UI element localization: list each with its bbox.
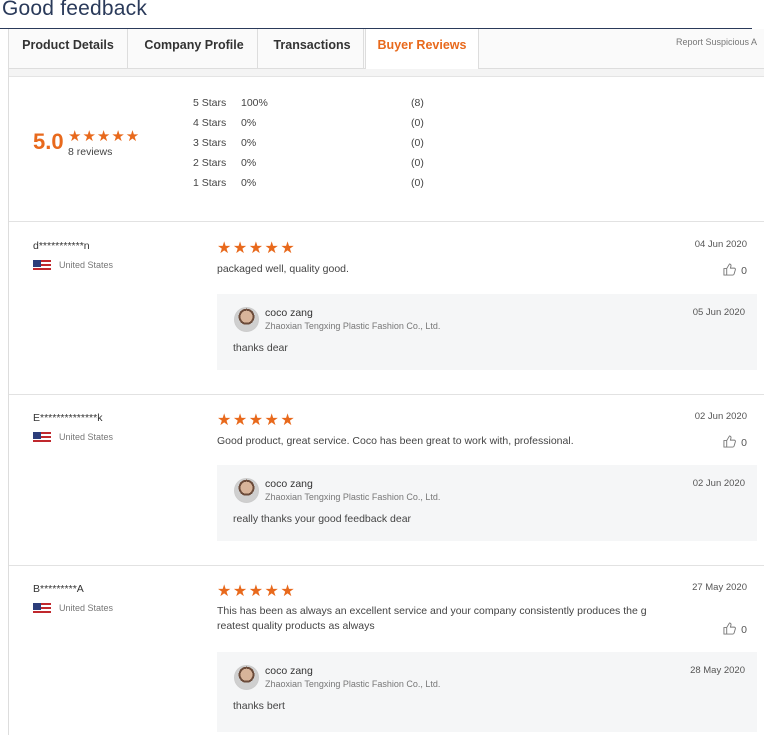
us-flag-icon bbox=[33, 603, 51, 615]
tab-divider bbox=[127, 29, 128, 69]
review-text: packaged well, quality good. bbox=[217, 263, 349, 275]
reply-text: thanks dear bbox=[233, 342, 288, 354]
tab-company-profile[interactable]: Company Profile bbox=[131, 29, 257, 69]
seller-company: Zhaoxian Tengxing Plastic Fashion Co., L… bbox=[265, 679, 441, 689]
reply-date: 02 Jun 2020 bbox=[692, 478, 745, 489]
average-score: 5.0 bbox=[33, 129, 64, 154]
rating-row-1[interactable]: 1 Stars 0% (0) bbox=[193, 177, 453, 191]
tab-underline-band bbox=[9, 69, 764, 77]
seller-name: coco zang bbox=[265, 478, 313, 490]
review-item: B*********A United States ★★★★★ 27 May 2… bbox=[9, 566, 764, 735]
like-count: 0 bbox=[741, 624, 747, 636]
review-date: 02 Jun 2020 bbox=[694, 411, 747, 422]
rating-count: (0) bbox=[411, 117, 424, 129]
review-text: Good product, great service. Coco has be… bbox=[217, 435, 574, 447]
tab-buyer-reviews[interactable]: Buyer Reviews bbox=[365, 29, 479, 70]
avatar bbox=[234, 478, 259, 503]
rating-percent: 0% bbox=[241, 177, 257, 189]
rating-percent: 0% bbox=[241, 117, 257, 129]
rating-summary: 5.0 ★★★★★ 8 reviews 5 Stars 100% (8) 4 S… bbox=[9, 78, 764, 222]
review-count: 8 reviews bbox=[68, 146, 113, 158]
average-stars-icon: ★★★★★ bbox=[68, 128, 141, 145]
rating-row-4[interactable]: 4 Stars 0% (0) bbox=[193, 117, 453, 131]
seller-reply: coco zang Zhaoxian Tengxing Plastic Fash… bbox=[217, 294, 757, 370]
rating-label: 1 Stars bbox=[193, 177, 227, 189]
rating-count: (0) bbox=[411, 177, 424, 189]
reviewer-country: United States bbox=[59, 260, 114, 270]
review-stars-icon: ★★★★★ bbox=[217, 240, 297, 257]
thumbs-up-icon bbox=[723, 622, 737, 635]
rating-label: 3 Stars bbox=[193, 137, 227, 149]
rating-percent: 0% bbox=[241, 157, 257, 169]
thumbs-up-icon bbox=[723, 435, 737, 448]
us-flag-icon bbox=[33, 432, 51, 444]
reviewer-name: B*********A bbox=[33, 583, 84, 595]
seller-reply: coco zang Zhaoxian Tengxing Plastic Fash… bbox=[217, 465, 757, 541]
rating-row-3[interactable]: 3 Stars 0% (0) bbox=[193, 137, 453, 151]
tab-product-details[interactable]: Product Details bbox=[9, 29, 127, 69]
reply-text: really thanks your good feedback dear bbox=[233, 513, 412, 525]
like-count: 0 bbox=[741, 265, 747, 277]
rating-row-2[interactable]: 2 Stars 0% (0) bbox=[193, 157, 453, 171]
like-button[interactable]: 0 bbox=[723, 263, 747, 277]
rating-label: 4 Stars bbox=[193, 117, 227, 129]
like-button[interactable]: 0 bbox=[723, 435, 747, 449]
review-item: E**************k United States ★★★★★ 02 … bbox=[9, 395, 764, 566]
review-item: d***********n United States ★★★★★ 04 Jun… bbox=[9, 223, 764, 395]
seller-name: coco zang bbox=[265, 307, 313, 319]
seller-name: coco zang bbox=[265, 665, 313, 677]
rating-percent: 0% bbox=[241, 137, 257, 149]
reviewer-name: d***********n bbox=[33, 240, 90, 252]
review-stars-icon: ★★★★★ bbox=[217, 412, 297, 429]
tab-divider bbox=[363, 29, 364, 69]
reviews-panel: Product Details Company Profile Transact… bbox=[8, 29, 764, 735]
rating-count: (0) bbox=[411, 137, 424, 149]
avatar bbox=[234, 307, 259, 332]
us-flag-icon bbox=[33, 260, 51, 272]
reviewer-country: United States bbox=[59, 603, 114, 613]
review-stars-icon: ★★★★★ bbox=[217, 583, 297, 600]
reply-date: 28 May 2020 bbox=[690, 665, 745, 676]
thumbs-up-icon bbox=[723, 263, 737, 276]
tab-transactions[interactable]: Transactions bbox=[261, 29, 363, 69]
rating-count: (0) bbox=[411, 157, 424, 169]
like-button[interactable]: 0 bbox=[723, 622, 747, 636]
reviewer-name: E**************k bbox=[33, 412, 103, 424]
tab-divider bbox=[257, 29, 258, 69]
rating-label: 5 Stars bbox=[193, 97, 227, 109]
rating-row-5[interactable]: 5 Stars 100% (8) bbox=[193, 97, 453, 111]
reply-date: 05 Jun 2020 bbox=[692, 307, 745, 318]
avatar bbox=[234, 665, 259, 690]
rating-label: 2 Stars bbox=[193, 157, 227, 169]
reply-text: thanks bert bbox=[233, 700, 285, 712]
reviewer-country: United States bbox=[59, 432, 114, 442]
review-text: This has been as always an excellent ser… bbox=[217, 605, 647, 632]
seller-company: Zhaoxian Tengxing Plastic Fashion Co., L… bbox=[265, 492, 441, 502]
tab-bar: Product Details Company Profile Transact… bbox=[9, 29, 764, 70]
rating-count: (8) bbox=[411, 97, 424, 109]
like-count: 0 bbox=[741, 437, 747, 449]
seller-reply: coco zang Zhaoxian Tengxing Plastic Fash… bbox=[217, 652, 757, 732]
page-title: Good feedback bbox=[2, 0, 148, 20]
review-date: 27 May 2020 bbox=[692, 582, 747, 593]
rating-percent: 100% bbox=[241, 97, 268, 109]
report-suspicious-link[interactable]: Report Suspicious A bbox=[676, 37, 757, 47]
seller-company: Zhaoxian Tengxing Plastic Fashion Co., L… bbox=[265, 321, 441, 331]
review-date: 04 Jun 2020 bbox=[694, 239, 747, 250]
